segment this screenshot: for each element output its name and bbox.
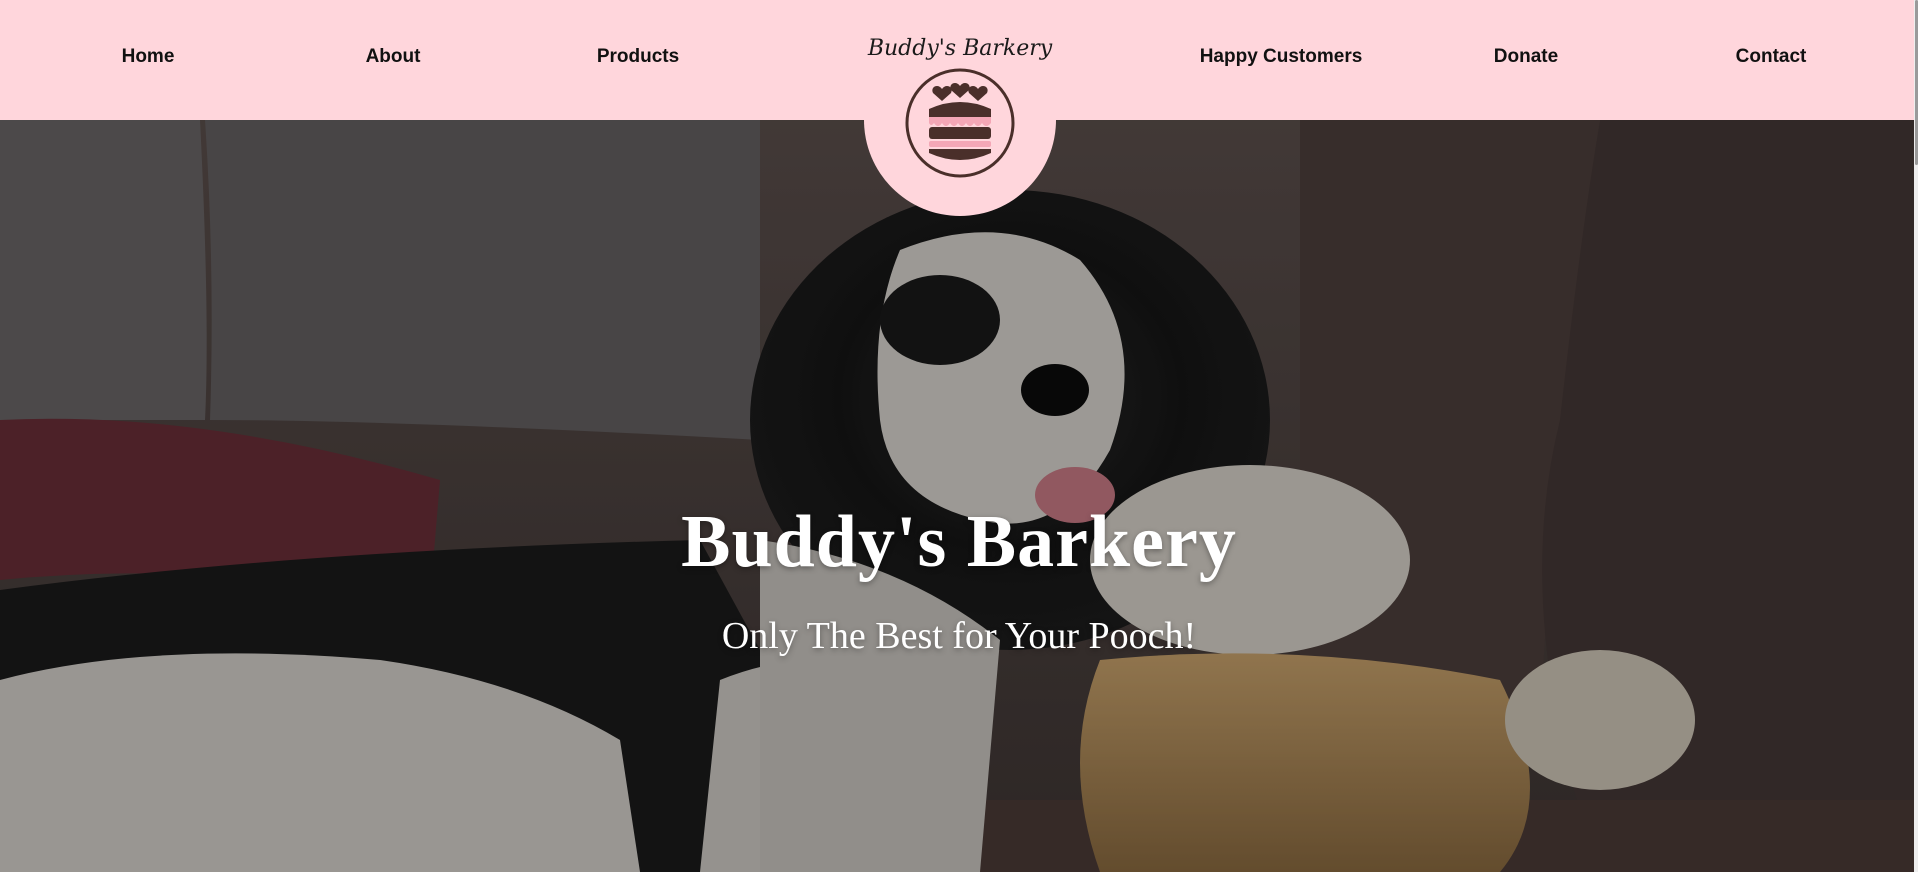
page-scrollbar[interactable] — [1914, 0, 1918, 872]
nav-link-contact[interactable]: Contact — [1736, 46, 1807, 68]
logo-text: Buddy's Barkery — [867, 36, 1053, 61]
hero-section: Buddy's Barkery Only The Best for Your P… — [0, 120, 1918, 872]
hero-subtitle: Only The Best for Your Pooch! — [721, 615, 1197, 657]
hero-title: Buddy's Barkery — [681, 501, 1237, 583]
nav-link-products[interactable]: Products — [597, 46, 679, 68]
nav-link-happy-customers[interactable]: Happy Customers — [1200, 46, 1363, 68]
nav-link-home[interactable]: Home — [122, 46, 175, 68]
hero-overlay — [0, 120, 1918, 872]
nav-link-donate[interactable]: Donate — [1494, 46, 1558, 68]
layered-cake-with-hearts-icon — [905, 68, 1015, 178]
nav-link-about[interactable]: About — [366, 46, 421, 68]
brand-logo[interactable]: Buddy's Barkery — [864, 0, 1056, 216]
